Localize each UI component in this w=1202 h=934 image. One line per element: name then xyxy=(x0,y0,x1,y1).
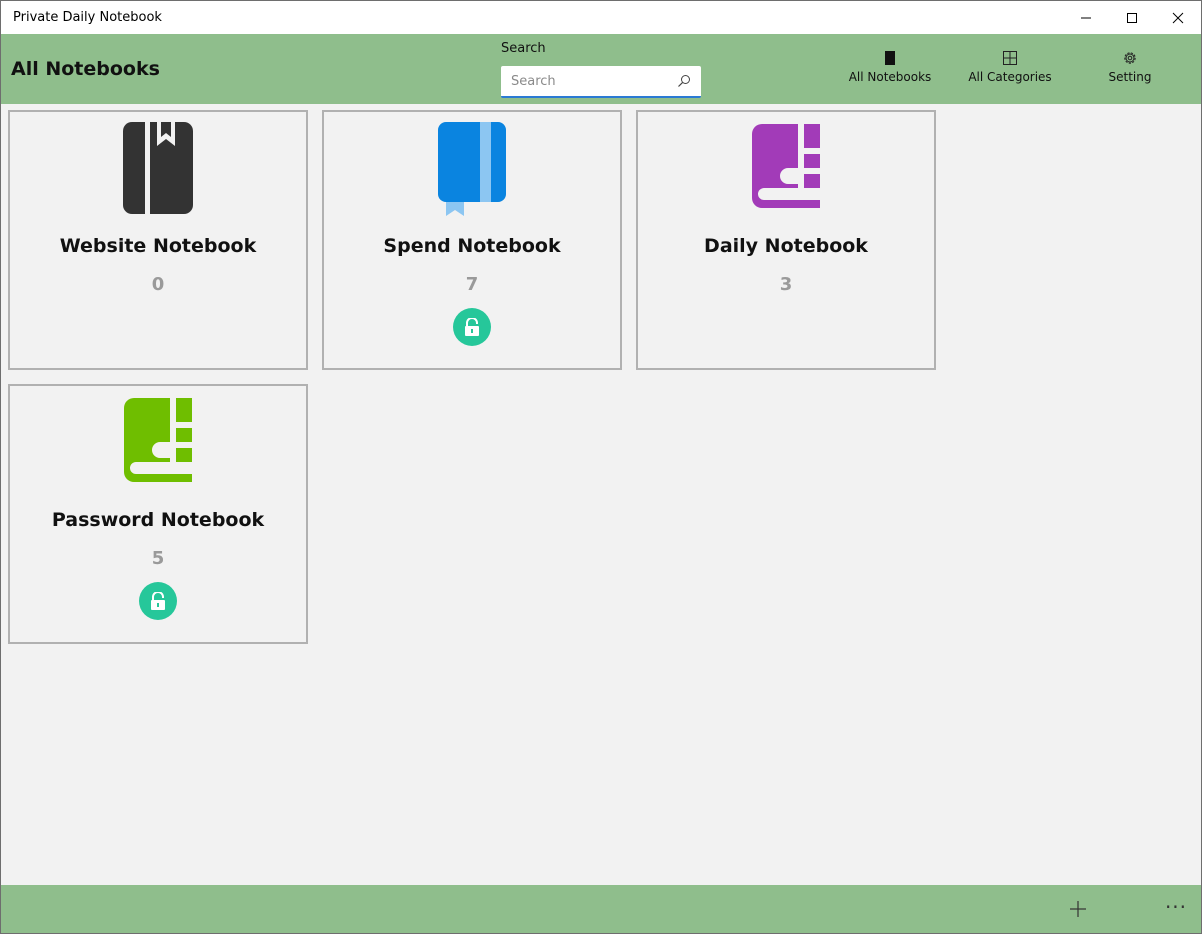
notebook-count: 7 xyxy=(465,274,479,295)
nav-setting-label: Setting xyxy=(1108,70,1152,84)
app-header: All Notebooks Search All Notebooks All C… xyxy=(1,34,1201,104)
add-notebook-button[interactable] xyxy=(1063,897,1093,921)
close-icon xyxy=(1172,12,1184,23)
maximize-button[interactable] xyxy=(1109,1,1155,34)
notebook-count: 5 xyxy=(151,548,165,569)
notebook-title: Spend Notebook xyxy=(383,235,561,257)
gear-icon xyxy=(1122,48,1138,68)
minimize-icon xyxy=(1081,17,1091,18)
nav-setting-button[interactable]: Setting xyxy=(1070,48,1190,88)
unlock-icon xyxy=(465,318,479,336)
window-title: Private Daily Notebook xyxy=(13,10,162,25)
notebook-title: Password Notebook xyxy=(51,509,265,531)
lock-badge[interactable] xyxy=(453,308,491,346)
search-box[interactable] xyxy=(501,66,701,98)
notebook-title: Website Notebook xyxy=(59,235,257,257)
notebook-icon xyxy=(884,48,896,68)
title-bar: Private Daily Notebook xyxy=(1,1,1201,34)
purple-book-icon xyxy=(752,124,820,208)
green-book-icon xyxy=(124,398,192,482)
search-input[interactable] xyxy=(509,72,669,90)
notebook-card-daily[interactable]: Daily Notebook 3 xyxy=(636,110,936,370)
grid-icon xyxy=(1003,48,1017,68)
lock-badge[interactable] xyxy=(139,582,177,620)
close-button[interactable] xyxy=(1155,1,1201,34)
nav-all-categories-button[interactable]: All Categories xyxy=(950,48,1070,88)
bookmark-notebook-icon xyxy=(123,122,193,214)
nav-all-notebooks-label: All Notebooks xyxy=(848,70,932,84)
maximize-icon xyxy=(1127,12,1137,23)
bottom-app-bar: ··· xyxy=(1,885,1201,933)
notebook-count: 0 xyxy=(151,274,165,295)
search-icon[interactable] xyxy=(677,74,691,88)
notebook-count: 3 xyxy=(779,274,793,295)
blue-notebook-icon xyxy=(438,122,506,216)
page-title: All Notebooks xyxy=(11,58,160,80)
nav-all-categories-label: All Categories xyxy=(968,70,1052,84)
minimize-button[interactable] xyxy=(1063,1,1109,34)
notebook-card-password[interactable]: Password Notebook 5 xyxy=(8,384,308,644)
unlock-icon xyxy=(151,592,165,610)
notebook-card-website[interactable]: Website Notebook 0 xyxy=(8,110,308,370)
more-options-button[interactable]: ··· xyxy=(1161,895,1191,919)
plus-icon xyxy=(1070,901,1086,917)
notebook-title: Daily Notebook xyxy=(704,235,868,257)
notebook-card-spend[interactable]: Spend Notebook 7 xyxy=(322,110,622,370)
nav-all-notebooks-button[interactable]: All Notebooks xyxy=(830,48,950,88)
window-controls xyxy=(1063,1,1201,34)
search-label: Search xyxy=(501,41,546,56)
